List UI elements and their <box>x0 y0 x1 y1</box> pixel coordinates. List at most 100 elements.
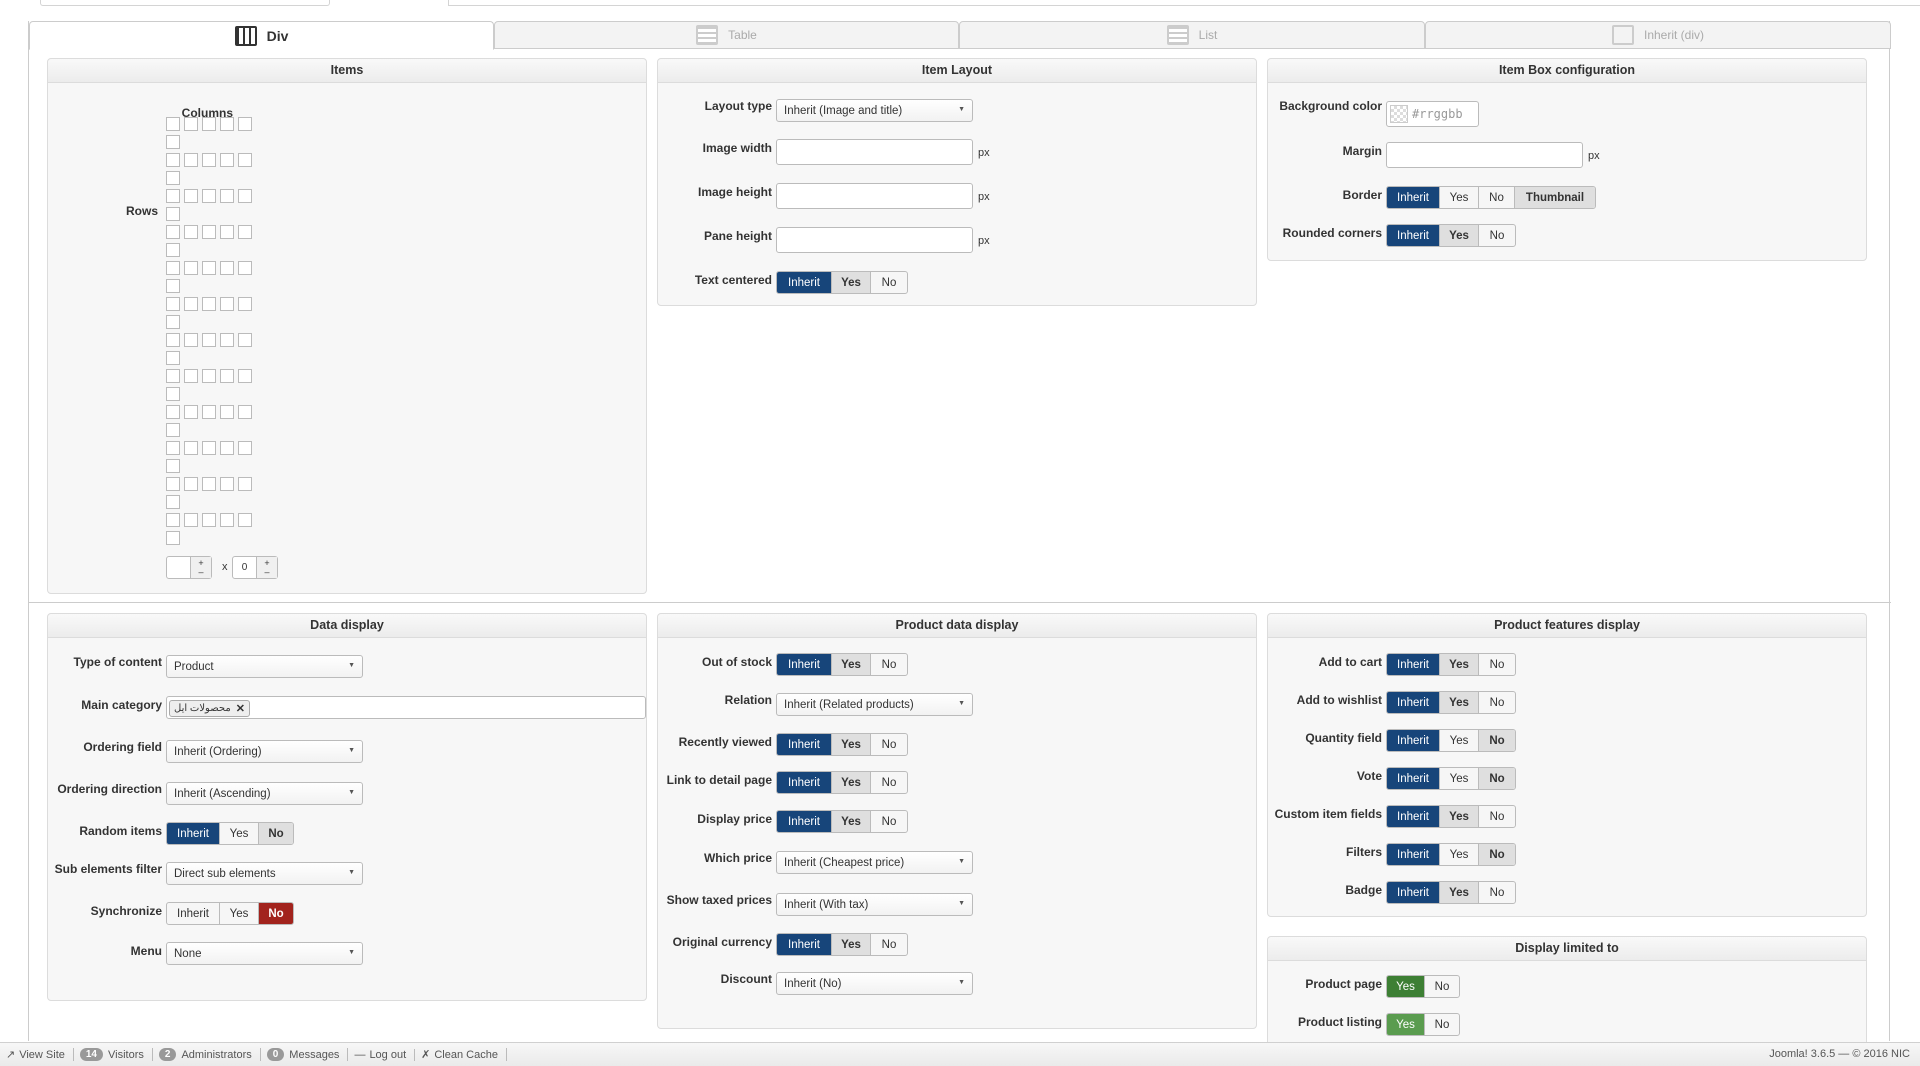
grid-cell[interactable] <box>202 405 216 419</box>
grid-row-cell[interactable] <box>166 387 180 401</box>
grid-cell[interactable] <box>184 441 198 455</box>
grid-cell[interactable] <box>220 117 234 131</box>
grid-cell[interactable] <box>166 189 180 203</box>
grid-cell[interactable] <box>166 261 180 275</box>
grid-row-cell[interactable] <box>166 243 180 257</box>
grid-cell[interactable] <box>166 369 180 383</box>
grid-cell[interactable] <box>220 297 234 311</box>
inherit-option[interactable]: Inherit <box>1387 844 1440 865</box>
grid-cell[interactable] <box>238 225 252 239</box>
product-page-toggle[interactable]: Yes No <box>1386 975 1460 998</box>
inherit-option[interactable]: Inherit <box>777 772 832 793</box>
add-to-wishlist-toggle[interactable]: Inherit Yes No <box>1386 691 1516 714</box>
grid-row-cell[interactable] <box>166 279 180 293</box>
no-option[interactable]: No <box>1425 976 1459 997</box>
grid-cell[interactable] <box>220 261 234 275</box>
no-option[interactable]: No <box>871 272 907 293</box>
grid-cell[interactable] <box>220 441 234 455</box>
yes-option[interactable]: Yes <box>832 734 871 755</box>
no-option[interactable]: No <box>1479 882 1515 903</box>
tab-table[interactable]: Table <box>494 21 959 49</box>
thumbnail-option[interactable]: Thumbnail <box>1515 187 1595 208</box>
rows-stepper[interactable]: 0 + – <box>232 556 278 579</box>
synchronize-toggle[interactable]: Inherit Yes No <box>166 902 294 925</box>
grid-cell[interactable] <box>184 333 198 347</box>
inherit-option[interactable]: Inherit <box>167 823 220 844</box>
inherit-option[interactable]: Inherit <box>777 734 832 755</box>
grid-cell[interactable] <box>220 405 234 419</box>
yes-option[interactable]: Yes <box>1440 187 1479 208</box>
grid-cell[interactable] <box>184 477 198 491</box>
grid-cell[interactable] <box>202 441 216 455</box>
background-color-input[interactable]: #rrggbb <box>1386 101 1479 127</box>
administrators-link[interactable]: 2 Administrators <box>158 1048 261 1061</box>
yes-option[interactable]: Yes <box>1440 225 1479 246</box>
grid-cell[interactable] <box>202 153 216 167</box>
grid-cell[interactable] <box>220 477 234 491</box>
yes-option[interactable]: Yes <box>1387 1014 1425 1035</box>
grid-cell[interactable] <box>202 369 216 383</box>
grid-cell[interactable] <box>184 189 198 203</box>
link-to-detail-page-toggle[interactable]: Inherit Yes No <box>776 771 908 794</box>
no-option[interactable]: No <box>871 654 907 675</box>
pane-height-input[interactable] <box>776 227 973 253</box>
no-option[interactable]: No <box>1425 1014 1459 1035</box>
no-option[interactable]: No <box>1479 844 1515 865</box>
grid-cell[interactable] <box>184 117 198 131</box>
add-to-cart-toggle[interactable]: Inherit Yes No <box>1386 653 1516 676</box>
logout-link[interactable]: — Log out <box>354 1048 416 1061</box>
grid-cell[interactable] <box>166 477 180 491</box>
grid-cell[interactable] <box>220 369 234 383</box>
rounded-corners-toggle[interactable]: Inherit Yes No <box>1386 224 1516 247</box>
yes-option[interactable]: Yes <box>1440 692 1479 713</box>
yes-option[interactable]: Yes <box>1440 844 1479 865</box>
inherit-option[interactable]: Inherit <box>1387 692 1440 713</box>
grid-cell[interactable] <box>166 513 180 527</box>
yes-option[interactable]: Yes <box>1440 730 1479 751</box>
grid-cell[interactable] <box>238 477 252 491</box>
grid-cell[interactable] <box>238 153 252 167</box>
grid-cell[interactable] <box>238 513 252 527</box>
grid-row-cell[interactable] <box>166 135 180 149</box>
no-option[interactable]: No <box>259 823 293 844</box>
grid-cell[interactable] <box>202 261 216 275</box>
inherit-option[interactable]: Inherit <box>1387 882 1440 903</box>
clean-cache-link[interactable]: ✗ Clean Cache <box>421 1048 507 1061</box>
grid-cell[interactable] <box>166 225 180 239</box>
border-toggle[interactable]: Inherit Yes No Thumbnail <box>1386 186 1596 209</box>
grid-cell[interactable] <box>202 189 216 203</box>
grid-cell[interactable] <box>238 441 252 455</box>
display-price-toggle[interactable]: Inherit Yes No <box>776 810 908 833</box>
grid-cell[interactable] <box>238 297 252 311</box>
messages-link[interactable]: 0 Messages <box>266 1048 349 1061</box>
out-of-stock-toggle[interactable]: Inherit Yes No <box>776 653 908 676</box>
grid-cell[interactable] <box>202 477 216 491</box>
grid-cell[interactable] <box>184 153 198 167</box>
image-width-input[interactable] <box>776 139 973 165</box>
vote-toggle[interactable]: Inherit Yes No <box>1386 767 1516 790</box>
grid-cell[interactable] <box>202 297 216 311</box>
recently-viewed-toggle[interactable]: Inherit Yes No <box>776 733 908 756</box>
grid-row-cell[interactable] <box>166 531 180 545</box>
grid-cell[interactable] <box>220 333 234 347</box>
yes-option[interactable]: Yes <box>832 654 871 675</box>
ordering-field-select[interactable]: Inherit (Ordering) <box>166 740 363 763</box>
grid-row-cell[interactable] <box>166 351 180 365</box>
inherit-option[interactable]: Inherit <box>1387 768 1440 789</box>
no-option[interactable]: No <box>871 811 907 832</box>
product-listing-toggle[interactable]: Yes No <box>1386 1013 1460 1036</box>
yes-option[interactable]: Yes <box>832 772 871 793</box>
custom-item-fields-toggle[interactable]: Inherit Yes No <box>1386 805 1516 828</box>
grid-cell[interactable] <box>184 297 198 311</box>
tab-inherit-div[interactable]: Inherit (div) <box>1425 21 1891 49</box>
main-category-input[interactable]: محصولات ایل ✕ <box>166 696 646 719</box>
grid-cell[interactable] <box>202 117 216 131</box>
grid-cell[interactable] <box>220 225 234 239</box>
layout-type-select[interactable]: Inherit (Image and title) <box>776 99 973 122</box>
grid-cell[interactable] <box>238 117 252 131</box>
columns-step-buttons[interactable]: + – <box>191 557 211 578</box>
grid-cell[interactable] <box>220 153 234 167</box>
grid-cell[interactable] <box>238 405 252 419</box>
no-option[interactable]: No <box>1479 225 1515 246</box>
margin-input[interactable] <box>1386 142 1583 168</box>
